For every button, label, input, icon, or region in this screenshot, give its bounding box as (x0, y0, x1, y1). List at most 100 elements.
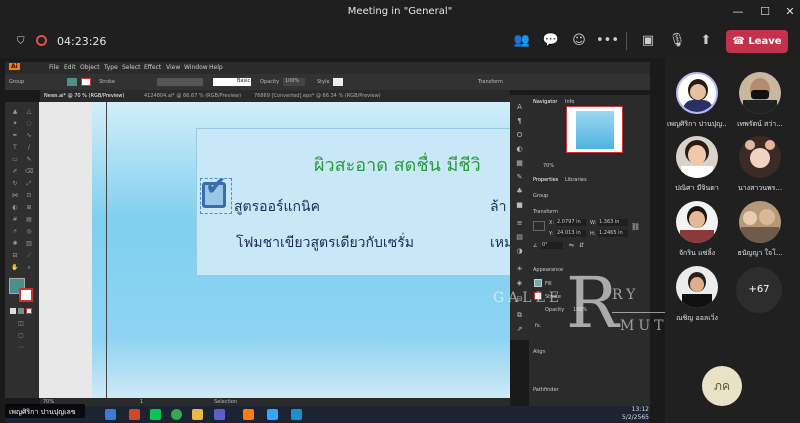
artwork-feature-1[interactable]: สูตรออร์แกนิค (234, 196, 320, 218)
line-app-icon[interactable] (150, 409, 161, 420)
illustrator-taskbar-icon[interactable] (243, 409, 254, 420)
transparency-panel-icon[interactable]: ◑ (514, 247, 525, 256)
transform-link[interactable]: Transform (478, 79, 503, 85)
edit-toolbar-icon[interactable]: ⋯ (17, 344, 25, 351)
magic-wand-tool-icon[interactable]: ✦ (11, 120, 19, 127)
photos-icon[interactable] (291, 409, 302, 420)
swatches-panel-icon[interactable]: ▦ (514, 159, 525, 168)
none-mode-icon[interactable] (26, 308, 32, 314)
scale-tool-icon[interactable]: ⤢ (25, 180, 33, 187)
participant-tile[interactable]: ณชิญ ออลเวิ่ง (667, 266, 727, 328)
tab-info[interactable]: Info (565, 99, 574, 105)
type-tool-icon[interactable]: T (11, 144, 19, 151)
more-participants-button[interactable]: +67 (736, 267, 782, 313)
reactions-icon[interactable]: ☺ (569, 32, 589, 50)
links-panel-icon[interactable]: ⧉ (514, 311, 525, 320)
opentype-panel-icon[interactable]: O (514, 131, 525, 140)
width-tool-icon[interactable]: ⋈ (11, 192, 19, 199)
stroke-color-swatch[interactable] (81, 78, 91, 86)
gradient-tool-icon[interactable]: ▤ (25, 216, 33, 223)
h-field[interactable]: 1.2465 in (598, 230, 628, 237)
share-screen-icon[interactable]: ⬆ (696, 32, 716, 50)
mesh-tool-icon[interactable]: # (11, 216, 19, 223)
effects-button[interactable]: fx. (535, 323, 541, 329)
tab-news[interactable]: News.ai* @ 70 % (RGB/Preview) (44, 93, 124, 99)
participant-tile[interactable]: จักริน แซ่ลิ้ง (667, 201, 727, 263)
draw-mode-icon[interactable]: ◫ (17, 320, 25, 327)
w-field[interactable]: 1.363 in (598, 219, 628, 226)
fill-swatch[interactable] (534, 279, 542, 287)
navigator-zoom[interactable]: 70% (543, 163, 554, 169)
line-tool-icon[interactable]: / (25, 144, 33, 151)
flip-vertical-icon[interactable]: ⇵ (579, 242, 584, 249)
eraser-tool-icon[interactable]: ⌫ (25, 168, 33, 175)
opacity-field[interactable]: 100% (283, 78, 305, 86)
participant-tile[interactable]: เพญศิริกา ปานปุญ... (667, 72, 727, 134)
selection-tool-icon[interactable]: ▲ (11, 108, 19, 115)
stroke-color-box[interactable] (19, 288, 33, 302)
symbols-panel-icon[interactable]: ♣ (514, 187, 525, 196)
appearance-panel-icon[interactable]: ☀ (514, 265, 525, 274)
tab-properties[interactable]: Properties (533, 177, 558, 183)
menu-object[interactable]: Object (80, 64, 100, 71)
menu-effect[interactable]: Effect (144, 64, 161, 71)
zoom-tool-icon[interactable]: ⌕ (25, 264, 33, 271)
artboard-tool-icon[interactable]: ⊟ (11, 252, 19, 259)
menu-help[interactable]: Help (209, 64, 223, 71)
reference-point-icon[interactable] (533, 221, 545, 231)
menu-window[interactable]: Window (184, 64, 208, 71)
slice-tool-icon[interactable]: ⟋ (25, 252, 33, 259)
paintbrush-tool-icon[interactable]: ✎ (25, 156, 33, 163)
participant-tile[interactable]: เทพรัตน์ สว่า... (730, 72, 790, 134)
symbol-sprayer-tool-icon[interactable]: ✺ (11, 240, 19, 247)
y-field[interactable]: 24.013 in (556, 230, 586, 237)
tab-76869[interactable]: 76869 [Converted].eps* @ 66.34 % (RGB/Pr… (254, 93, 381, 99)
x-field[interactable]: 2.0797 in (556, 219, 586, 226)
maximize-icon[interactable]: ☐ (757, 4, 773, 20)
tab-navigator[interactable]: Navigator (533, 99, 557, 105)
gradient-mode-icon[interactable] (18, 308, 24, 314)
shaper-tool-icon[interactable]: ✐ (11, 168, 19, 175)
taskbar-clock[interactable]: 13:12 5/2/2565 (622, 406, 649, 422)
participants-icon[interactable]: 👥 (512, 32, 532, 50)
photoshop-icon[interactable] (267, 409, 278, 420)
color-mode-icon[interactable] (10, 308, 16, 314)
screen-mode-icon[interactable]: ▢ (17, 332, 25, 339)
chrome-icon[interactable] (171, 409, 182, 420)
artboard-number[interactable]: 1 (140, 399, 143, 405)
lasso-tool-icon[interactable]: ◌ (25, 120, 33, 127)
constrain-proportions-icon[interactable]: ⛓ (631, 223, 640, 231)
graph-tool-icon[interactable]: ▥ (25, 240, 33, 247)
menu-type[interactable]: Type (104, 64, 118, 71)
color-panel-icon[interactable]: ◐ (514, 145, 525, 154)
graphic-styles-panel-icon[interactable]: ■ (514, 201, 525, 210)
participant-tile[interactable]: นางสาวนพร... (730, 136, 790, 198)
mic-off-icon[interactable]: 🎙 (667, 32, 687, 50)
paragraph-panel-icon[interactable]: ¶ (514, 117, 525, 126)
file-explorer-icon[interactable] (192, 409, 203, 420)
artwork-feature-1-right[interactable]: ล้า (490, 196, 506, 218)
flip-horizontal-icon[interactable]: ⇋ (569, 242, 574, 249)
leave-button[interactable]: ☎ Leave (726, 30, 788, 53)
menu-view[interactable]: View (166, 64, 180, 71)
minimize-icon[interactable]: — (730, 4, 746, 20)
fill-color-swatch[interactable] (67, 78, 77, 86)
character-panel-icon[interactable]: A (514, 103, 525, 112)
perspective-grid-tool-icon[interactable]: ⊞ (25, 204, 33, 211)
stroke-panel-icon[interactable]: ≡ (514, 219, 525, 228)
artwork-headline[interactable]: ผิวสะอาด สดชื่น มีชีวิ (314, 150, 481, 179)
layers-panel-icon[interactable]: ◈ (514, 279, 525, 288)
pen-tool-icon[interactable]: ✒ (11, 132, 19, 139)
rectangle-tool-icon[interactable]: ▭ (11, 156, 19, 163)
rotate-field[interactable]: 0° (541, 242, 563, 249)
tab-4124804[interactable]: 4124804.ai* @ 66.67 % (RGB/Preview) (144, 93, 241, 99)
stroke-weight-field[interactable] (157, 78, 203, 86)
free-transform-tool-icon[interactable]: ⊡ (25, 192, 33, 199)
eyedropper-tool-icon[interactable]: ⌿ (11, 228, 19, 235)
shape-builder-tool-icon[interactable]: ◐ (11, 204, 19, 211)
brush-definition[interactable]: Basic (213, 78, 251, 86)
teams-icon[interactable] (214, 409, 225, 420)
artwork-feature-2[interactable]: โฟมชาเขียวสูตรเดียวกับเซรั่ม (236, 232, 414, 254)
participant-tile[interactable]: ปณิศา มีจินดา (667, 136, 727, 198)
curvature-tool-icon[interactable]: ∿ (25, 132, 33, 139)
